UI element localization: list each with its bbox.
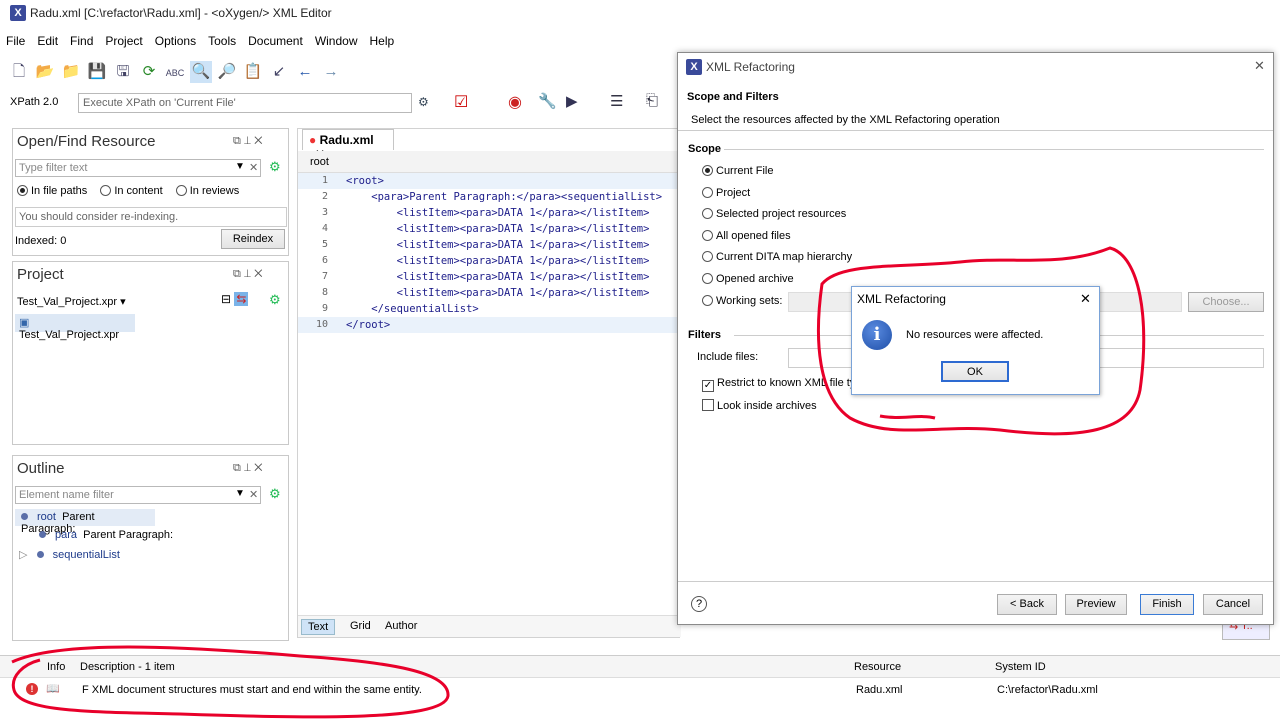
annotation-circle-alert bbox=[816, 246, 1146, 436]
annotation-circle-problem bbox=[11, 645, 450, 719]
annotation-overlay bbox=[11, 246, 1146, 719]
